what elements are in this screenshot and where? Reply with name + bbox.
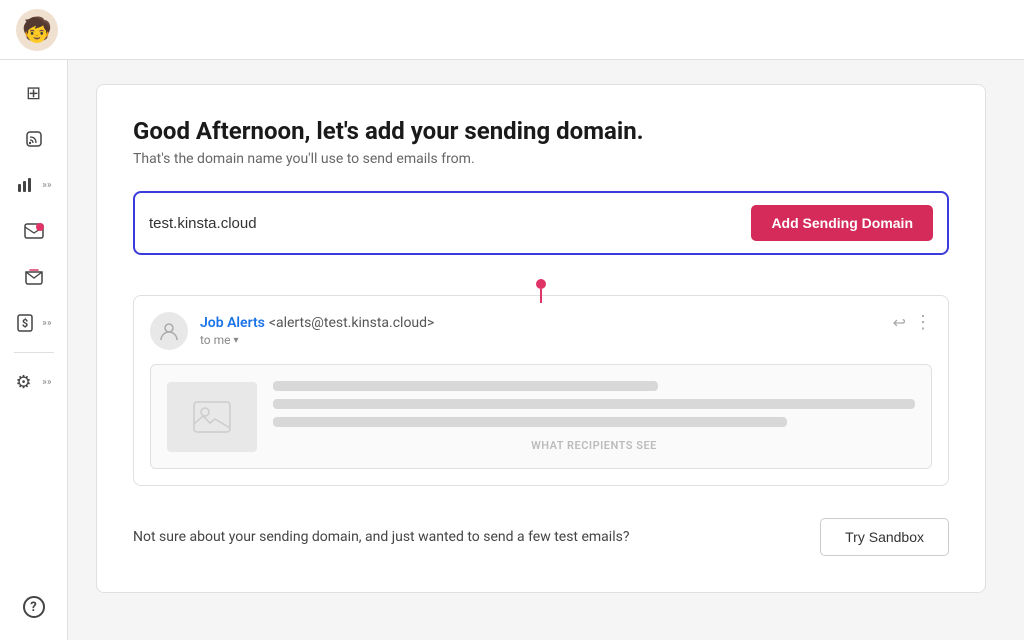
sidebar-item-rss[interactable] xyxy=(10,118,58,160)
main-layout: ⊞ » xyxy=(0,60,1024,640)
try-sandbox-button[interactable]: Try Sandbox xyxy=(820,518,949,556)
email-from-line: Job Alerts <alerts@test.kinsta.cloud> xyxy=(200,312,881,331)
email-from-info: Job Alerts <alerts@test.kinsta.cloud> to… xyxy=(200,312,881,347)
connector-line xyxy=(540,289,542,303)
header: 🧒 xyxy=(0,0,1024,60)
email-to-chevron[interactable]: ▾ xyxy=(234,335,239,346)
reply-icon[interactable]: ↩ xyxy=(893,313,906,332)
domain-input[interactable] xyxy=(149,215,739,232)
analytics-icon xyxy=(16,176,34,194)
page-subtitle: That's the domain name you'll use to sen… xyxy=(133,151,949,167)
settings-icon: ⚙ xyxy=(16,372,32,393)
sidebar-item-billing[interactable]: $ » xyxy=(10,302,58,344)
bottom-section: Not sure about your sending domain, and … xyxy=(133,514,949,556)
settings-chevron: » xyxy=(42,377,51,388)
svg-text:$: $ xyxy=(21,317,27,330)
preview-label: WHAT RECIPIENTS SEE xyxy=(273,439,915,452)
sidebar-item-help[interactable]: ? xyxy=(10,586,58,628)
domain-input-wrapper: Add Sending Domain xyxy=(133,191,949,255)
main-card: Good Afternoon, let's add your sending d… xyxy=(96,84,986,593)
billing-chevron: » xyxy=(42,318,51,329)
add-domain-button[interactable]: Add Sending Domain xyxy=(751,205,933,241)
preview-bar-3 xyxy=(273,417,787,427)
preview-bar-1 xyxy=(273,381,658,391)
email-icon xyxy=(24,223,44,239)
content-area: Good Afternoon, let's add your sending d… xyxy=(68,60,1024,640)
email-body-preview: WHAT RECIPIENTS SEE xyxy=(150,364,932,469)
more-options-icon[interactable]: ⋮ xyxy=(914,312,932,333)
help-icon: ? xyxy=(23,596,45,618)
preview-bar-2 xyxy=(273,399,915,409)
preview-image-placeholder xyxy=(167,382,257,452)
sidebar-item-email[interactable] xyxy=(10,210,58,252)
page-title: Good Afternoon, let's add your sending d… xyxy=(133,117,949,145)
analytics-chevron: » xyxy=(42,180,51,191)
sandbox-description: Not sure about your sending domain, and … xyxy=(133,527,629,548)
sidebar-item-settings[interactable]: ⚙ » xyxy=(10,361,58,403)
email-preview-card: Job Alerts <alerts@test.kinsta.cloud> to… xyxy=(133,295,949,486)
billing-icon: $ xyxy=(16,313,34,333)
avatar[interactable]: 🧒 xyxy=(16,9,58,51)
dashboard-icon: ⊞ xyxy=(26,83,41,104)
connector-dot xyxy=(536,279,546,289)
email-header: Job Alerts <alerts@test.kinsta.cloud> to… xyxy=(150,312,932,350)
campaigns-icon xyxy=(24,268,44,286)
preview-content: WHAT RECIPIENTS SEE xyxy=(273,381,915,452)
email-avatar xyxy=(150,312,188,350)
sidebar-item-campaigns[interactable] xyxy=(10,256,58,298)
sidebar-item-dashboard[interactable]: ⊞ xyxy=(10,72,58,114)
rss-icon xyxy=(25,130,43,148)
email-sender-address: <alerts@test.kinsta.cloud> xyxy=(269,315,435,331)
sidebar-divider xyxy=(14,352,54,353)
sidebar-item-analytics[interactable]: » xyxy=(10,164,58,206)
email-to: to me ▾ xyxy=(200,333,881,347)
sidebar: ⊞ » xyxy=(0,60,68,640)
connector xyxy=(133,279,949,303)
email-actions: ↩ ⋮ xyxy=(893,312,932,333)
email-sender-name: Job Alerts xyxy=(200,315,265,331)
